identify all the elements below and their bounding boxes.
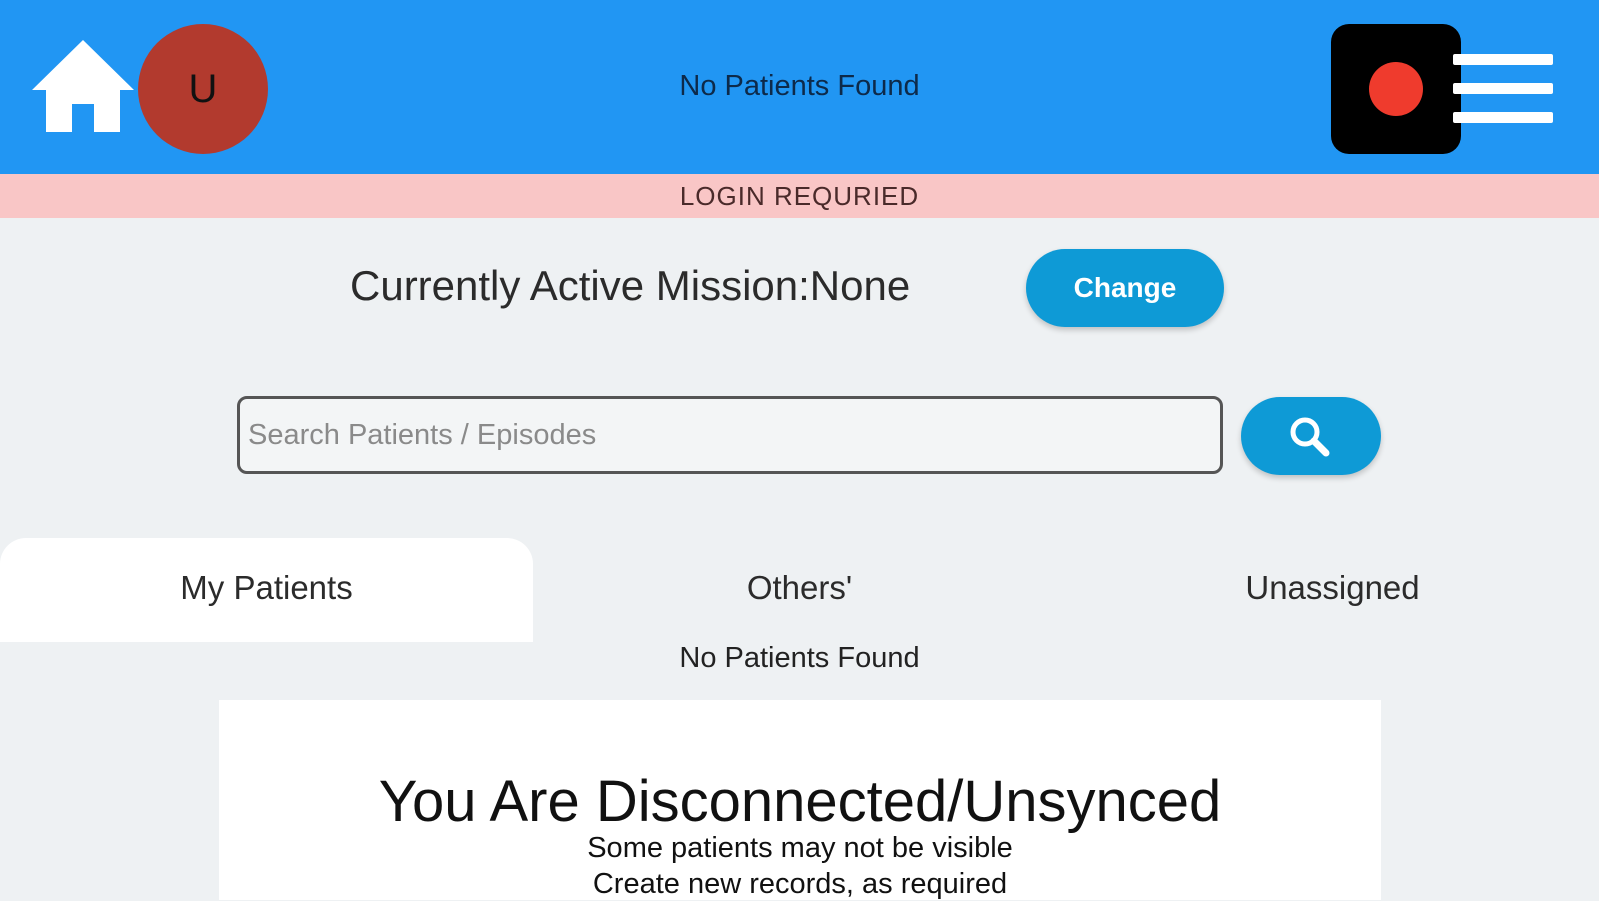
menu-line (1453, 54, 1553, 65)
search-button[interactable] (1241, 397, 1381, 475)
login-required-banner: LOGIN REQURIED (0, 174, 1599, 218)
notice-line-2: Create new records, as required (592, 868, 1008, 900)
tab-my-patients[interactable]: My Patients (0, 538, 533, 642)
patient-list-status: No Patients Found (679, 642, 920, 674)
record-button[interactable] (1331, 24, 1461, 154)
tab-unassigned[interactable]: Unassigned (1066, 538, 1599, 642)
hamburger-menu-icon[interactable] (1453, 54, 1553, 124)
active-mission-label: Currently Active Mission:None (350, 262, 911, 309)
notice-title: You Are Disconnected/Unsynced (378, 769, 1222, 834)
search-input[interactable] (237, 396, 1223, 474)
search-icon (1290, 417, 1330, 457)
top-bar: U No Patients Found (0, 0, 1599, 174)
menu-line (1453, 112, 1553, 123)
menu-line (1453, 83, 1553, 94)
notice-line-1: Some patients may not be visible (587, 832, 1013, 864)
record-icon (1369, 62, 1423, 116)
disconnected-notice: You Are Disconnected/Unsynced Some patie… (219, 700, 1381, 900)
tab-others[interactable]: Others' (533, 538, 1066, 642)
change-mission-button[interactable]: Change (1026, 249, 1224, 327)
